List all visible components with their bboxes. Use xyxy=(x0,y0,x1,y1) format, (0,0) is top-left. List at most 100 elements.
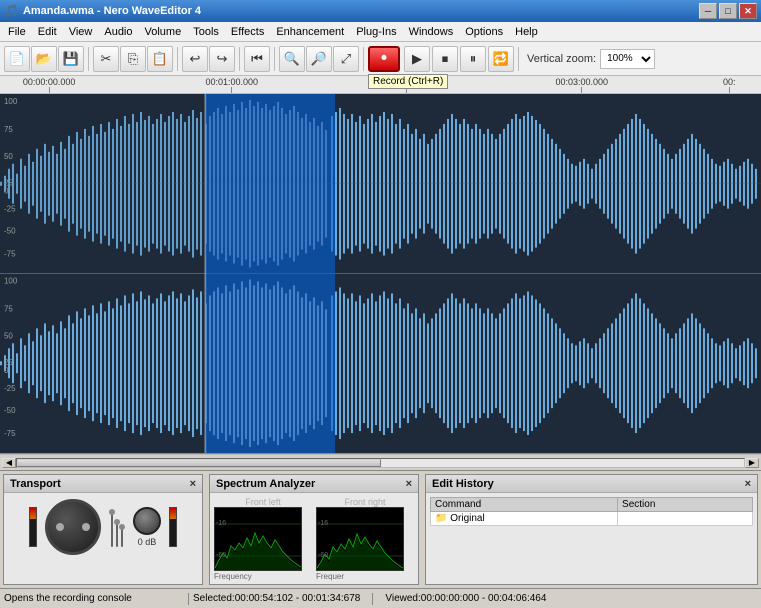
time-mark-4: 00: xyxy=(723,77,736,93)
spectrum-left-channel: Front left -16 xyxy=(214,497,312,581)
paste-button[interactable]: 📋 xyxy=(147,46,173,72)
pause-button[interactable]: ⏸ xyxy=(460,46,486,72)
vu-indicator-right xyxy=(170,519,176,546)
skip-start-button[interactable]: ⏮ xyxy=(244,46,270,72)
copy-button[interactable]: ⎘ xyxy=(120,46,146,72)
svg-text:-50: -50 xyxy=(4,227,16,236)
open-button[interactable]: 📂 xyxy=(31,46,57,72)
history-content: Command Section 📁 Original xyxy=(426,493,757,530)
spectrum-panel: Spectrum Analyzer × Front left xyxy=(209,474,419,585)
history-row-icon: 📁 Original xyxy=(431,512,618,526)
transport-close-button[interactable]: × xyxy=(190,478,196,490)
spectrum-left-display: -16 -60 xyxy=(214,507,302,571)
selection-region xyxy=(205,94,334,453)
menu-edit[interactable]: Edit xyxy=(32,24,63,40)
toolbar: 📄 📂 💾 ✂ ⎘ 📋 ↩ ↪ ⏮ 🔍 🔎 ⤢ ⏺ Record (Ctrl+R… xyxy=(0,42,761,76)
minimize-button[interactable]: ─ xyxy=(699,3,717,19)
svg-text:75: 75 xyxy=(4,125,13,134)
scroll-track[interactable] xyxy=(16,458,745,468)
knob-area: 0 dB xyxy=(133,507,161,547)
vu-meter-right xyxy=(169,507,177,547)
record-tooltip: Record (Ctrl+R) xyxy=(368,74,448,89)
time-tick-3 xyxy=(581,87,582,93)
svg-text:50: 50 xyxy=(4,331,13,340)
zoom-all-button[interactable]: ⤢ xyxy=(333,46,359,72)
waveform-display[interactable]: 100 75 50 25 0 -25 -50 -75 xyxy=(0,94,761,454)
app-icon: 🎵 xyxy=(4,4,19,18)
spectrum-right-freq-label: Frequer xyxy=(316,572,344,581)
history-folder-icon: 📁 xyxy=(435,513,447,524)
time-tick-1 xyxy=(231,87,232,93)
history-table: Command Section 📁 Original xyxy=(430,497,753,526)
knob-label: 0 dB xyxy=(138,537,157,547)
loop-button[interactable]: 🔁 xyxy=(488,46,514,72)
transport-panel-header: Transport × xyxy=(4,475,202,493)
vertical-zoom-label: Vertical zoom: xyxy=(527,53,596,65)
window-controls: ─ □ ✕ xyxy=(699,3,757,19)
spectrum-right-label: Front right xyxy=(316,497,414,507)
undo-button[interactable]: ↩ xyxy=(182,46,208,72)
record-button[interactable]: ⏺ xyxy=(368,46,400,72)
transport-dot-right xyxy=(82,523,90,531)
svg-text:-75: -75 xyxy=(4,250,16,259)
cut-button[interactable]: ✂ xyxy=(93,46,119,72)
menu-tools[interactable]: Tools xyxy=(187,24,225,40)
time-label-3: 00:03:00.000 xyxy=(556,77,609,87)
transport-panel: Transport × xyxy=(3,474,203,585)
spectrum-left-freq-label: Frequency xyxy=(214,572,252,581)
svg-text:-25: -25 xyxy=(4,384,16,393)
waveform-svg: 100 75 50 25 0 -25 -50 -75 xyxy=(0,94,761,453)
transport-content: 0 dB xyxy=(4,493,202,561)
time-mark-0: 00:00:00.000 xyxy=(23,77,76,93)
menu-bar: File Edit View Audio Volume Tools Effect… xyxy=(0,22,761,42)
spectrum-content: Front left -16 xyxy=(210,493,418,585)
vertical-zoom-area: Vertical zoom: 100% 200% 50% xyxy=(527,49,655,69)
menu-view[interactable]: View xyxy=(63,24,99,40)
separator-4 xyxy=(274,47,275,71)
svg-text:50: 50 xyxy=(4,152,13,161)
time-label-0: 00:00:00.000 xyxy=(23,77,76,87)
spectrum-right-channel: Front right -16 -60 Frequer xyxy=(316,497,414,581)
play-button[interactable]: ▶ xyxy=(404,46,430,72)
menu-help[interactable]: Help xyxy=(509,24,544,40)
separator-6 xyxy=(518,47,519,71)
new-button[interactable]: 📄 xyxy=(4,46,30,72)
volume-knob[interactable] xyxy=(133,507,161,535)
menu-volume[interactable]: Volume xyxy=(139,24,188,40)
zoom-out-button[interactable]: 🔎 xyxy=(306,46,332,72)
spectrum-close-button[interactable]: × xyxy=(406,478,412,490)
redo-button[interactable]: ↪ xyxy=(209,46,235,72)
scroll-left-button[interactable]: ◀ xyxy=(2,458,16,468)
history-close-button[interactable]: × xyxy=(745,478,751,490)
menu-options[interactable]: Options xyxy=(459,24,509,40)
svg-text:100: 100 xyxy=(4,97,18,106)
menu-file[interactable]: File xyxy=(2,24,32,40)
menu-audio[interactable]: Audio xyxy=(98,24,138,40)
transport-circle xyxy=(45,499,101,555)
maximize-button[interactable]: □ xyxy=(719,3,737,19)
menu-effects[interactable]: Effects xyxy=(225,24,270,40)
stop-button[interactable]: ⏹ xyxy=(432,46,458,72)
spectrum-right-display: -16 -60 xyxy=(316,507,404,571)
status-bar: Opens the recording console Selected:00:… xyxy=(0,588,761,608)
vu-bar-left xyxy=(29,507,37,547)
menu-plugins[interactable]: Plug-Ins xyxy=(350,24,402,40)
history-row[interactable]: 📁 Original xyxy=(431,512,753,526)
svg-text:100: 100 xyxy=(4,276,18,285)
save-button[interactable]: 💾 xyxy=(58,46,84,72)
horizontal-scrollbar: ◀ ▶ xyxy=(0,454,761,470)
history-row-command: Original xyxy=(450,513,484,524)
close-button[interactable]: ✕ xyxy=(739,3,757,19)
spectrum-left-label: Front left xyxy=(214,497,312,507)
zoom-in-button[interactable]: 🔍 xyxy=(279,46,305,72)
vertical-zoom-select[interactable]: 100% 200% 50% xyxy=(600,49,655,69)
vu-indicator-left xyxy=(30,519,36,546)
title-bar: 🎵 Amanda.wma - Nero WaveEditor 4 ─ □ ✕ xyxy=(0,0,761,22)
history-panel-header: Edit History × xyxy=(426,475,757,493)
menu-windows[interactable]: Windows xyxy=(403,24,460,40)
menu-enhancement[interactable]: Enhancement xyxy=(270,24,350,40)
undo-tools: ↩ ↪ xyxy=(182,46,235,72)
scroll-thumb[interactable] xyxy=(17,459,381,467)
scroll-right-button[interactable]: ▶ xyxy=(745,458,759,468)
time-tick-0 xyxy=(49,87,50,93)
